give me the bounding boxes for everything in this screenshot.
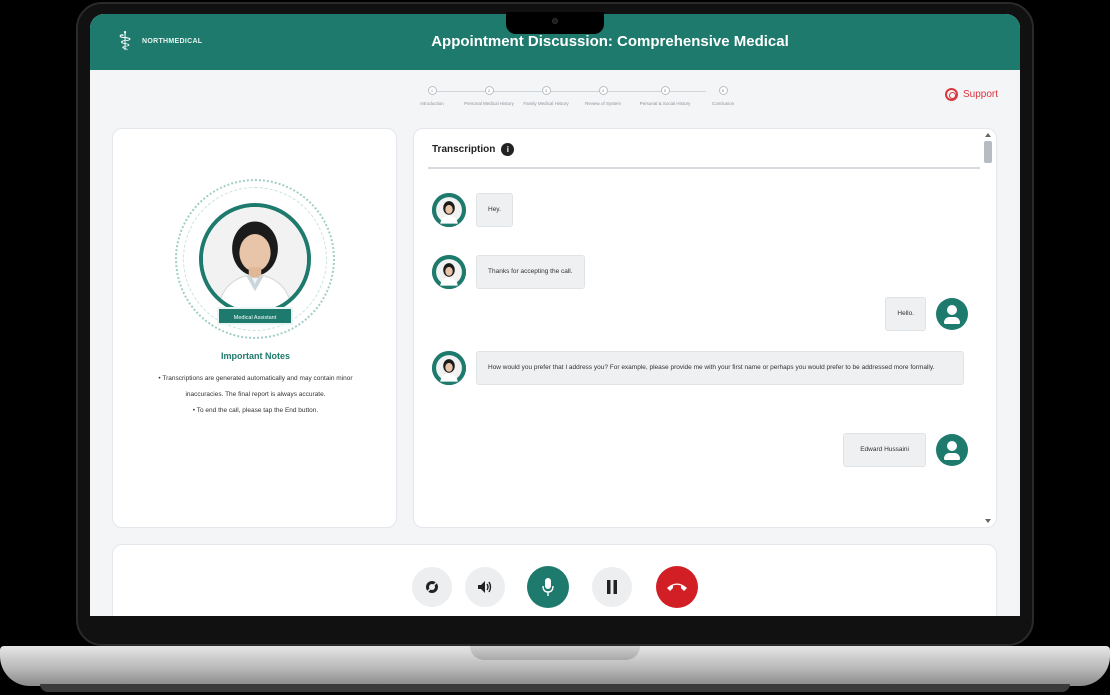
step-2[interactable]: 2 Personal Medical History bbox=[459, 86, 519, 106]
note-item: • To end the call, please tap the End bu… bbox=[192, 407, 319, 414]
mic-icon bbox=[542, 578, 554, 596]
step-dot: 1 bbox=[427, 86, 437, 95]
transcription-panel: Transcription i Hey. Thanks for acceptin bbox=[413, 128, 997, 528]
assistant-avatar-wrap: Medical Assistant bbox=[175, 179, 335, 339]
mic-button[interactable] bbox=[527, 566, 569, 608]
chat-message-user: Hello. bbox=[885, 297, 968, 331]
laptop-groove bbox=[470, 646, 640, 660]
notes-title: Important Notes bbox=[220, 351, 290, 361]
message-bubble: Thanks for accepting the call. bbox=[476, 255, 585, 289]
chat-message-assistant: How would you prefer that I address you?… bbox=[432, 351, 964, 385]
camera-off-button[interactable] bbox=[412, 567, 452, 607]
step-dot: 2 bbox=[484, 86, 494, 95]
support-button[interactable]: Support bbox=[944, 88, 998, 101]
page-title: Appointment Discussion: Comprehensive Me… bbox=[431, 33, 789, 50]
info-icon[interactable]: i bbox=[501, 143, 515, 156]
app-screen: ⚕ NORTHMEDICAL Appointment Discussion: C… bbox=[90, 14, 1020, 616]
scroll-down-icon[interactable] bbox=[985, 519, 991, 523]
lifebuoy-icon bbox=[944, 88, 958, 101]
transcription-scrollbar[interactable] bbox=[984, 133, 992, 523]
chat-message-assistant: Thanks for accepting the call. bbox=[432, 255, 585, 289]
assistant-avatar-small bbox=[432, 351, 466, 385]
step-dot: 3 bbox=[541, 86, 551, 95]
step-dot: 6 bbox=[718, 86, 728, 95]
step-label: Family Medical History bbox=[523, 101, 569, 106]
step-1[interactable]: 1 Introduction bbox=[402, 86, 462, 106]
assistant-name-tag: Medical Assistant bbox=[217, 307, 293, 325]
end-call-button[interactable] bbox=[656, 566, 698, 608]
doctor-portrait-icon bbox=[203, 207, 307, 311]
camera-off-icon bbox=[426, 581, 438, 593]
user-avatar-icon bbox=[936, 434, 968, 466]
step-5[interactable]: 5 Personal & Social History bbox=[635, 86, 695, 106]
step-4[interactable]: 4 Review of System bbox=[573, 86, 633, 106]
assistant-avatar bbox=[199, 203, 311, 315]
transcription-title: Transcription bbox=[432, 144, 496, 155]
note-item: • Transcriptions are generated automatic… bbox=[158, 375, 353, 398]
assistant-avatar-small bbox=[432, 193, 466, 227]
step-label: Conclusion bbox=[711, 101, 735, 106]
step-label: Personal Medical History bbox=[464, 101, 514, 106]
message-bubble: Hey. bbox=[476, 193, 513, 227]
message-bubble: Hello. bbox=[885, 297, 926, 331]
pause-icon bbox=[607, 580, 617, 594]
webcam-icon bbox=[552, 18, 558, 24]
step-6[interactable]: 6 Conclusion bbox=[693, 86, 753, 106]
user-avatar-icon bbox=[936, 298, 968, 330]
speaker-icon bbox=[478, 581, 492, 593]
assistant-panel: Medical Assistant Important Notes • Tran… bbox=[112, 128, 397, 528]
chat-message-assistant: Hey. bbox=[432, 193, 513, 227]
assistant-avatar-small bbox=[432, 255, 466, 289]
message-bubble: Edward Hussaini bbox=[843, 433, 926, 467]
call-controls bbox=[112, 544, 997, 616]
progress-stepper: 1 Introduction 2 Personal Medical Histor… bbox=[402, 86, 734, 116]
scroll-up-icon[interactable] bbox=[985, 133, 991, 137]
phone-hangup-icon bbox=[667, 583, 687, 591]
step-dot: 5 bbox=[660, 86, 670, 95]
pause-button[interactable] bbox=[592, 567, 632, 607]
support-label: Support bbox=[962, 89, 998, 100]
step-dot: 4 bbox=[598, 86, 608, 95]
divider bbox=[428, 167, 980, 169]
step-label: Review of System bbox=[584, 101, 621, 106]
laptop-foot bbox=[40, 684, 1070, 692]
laptop-frame: ⚕ NORTHMEDICAL Appointment Discussion: C… bbox=[0, 0, 1110, 695]
step-label: Introduction bbox=[420, 101, 444, 106]
scroll-thumb[interactable] bbox=[984, 141, 992, 163]
message-bubble: How would you prefer that I address you?… bbox=[476, 351, 964, 385]
speaker-button[interactable] bbox=[465, 567, 505, 607]
transcription-header: Transcription i bbox=[432, 143, 515, 156]
notes-list: • Transcriptions are generated automatic… bbox=[143, 371, 368, 419]
step-label: Personal & Social History bbox=[639, 101, 691, 106]
step-3[interactable]: 3 Family Medical History bbox=[516, 86, 576, 106]
chat-message-user: Edward Hussaini bbox=[843, 433, 968, 467]
